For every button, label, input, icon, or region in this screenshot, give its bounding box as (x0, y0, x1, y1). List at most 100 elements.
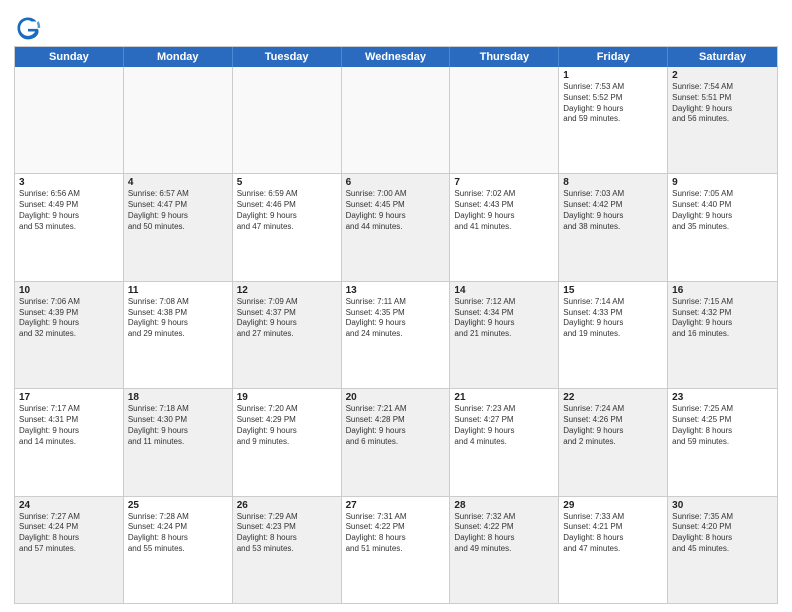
day-number: 24 (19, 500, 119, 511)
header-day-wednesday: Wednesday (342, 47, 451, 67)
cal-cell-18: 18Sunrise: 7:18 AM Sunset: 4:30 PM Dayli… (124, 389, 233, 495)
cell-info: Sunrise: 7:02 AM Sunset: 4:43 PM Dayligh… (454, 189, 554, 232)
cell-info: Sunrise: 7:06 AM Sunset: 4:39 PM Dayligh… (19, 297, 119, 340)
calendar-row-4: 24Sunrise: 7:27 AM Sunset: 4:24 PM Dayli… (15, 496, 777, 603)
logo-icon (14, 14, 42, 42)
cell-info: Sunrise: 7:53 AM Sunset: 5:52 PM Dayligh… (563, 82, 663, 125)
day-number: 16 (672, 285, 773, 296)
cal-cell-empty-3 (342, 67, 451, 173)
cell-info: Sunrise: 7:32 AM Sunset: 4:22 PM Dayligh… (454, 512, 554, 555)
cal-cell-empty-2 (233, 67, 342, 173)
cell-info: Sunrise: 6:57 AM Sunset: 4:47 PM Dayligh… (128, 189, 228, 232)
cal-cell-25: 25Sunrise: 7:28 AM Sunset: 4:24 PM Dayli… (124, 497, 233, 603)
cal-cell-empty-4 (450, 67, 559, 173)
cell-info: Sunrise: 7:00 AM Sunset: 4:45 PM Dayligh… (346, 189, 446, 232)
header-day-thursday: Thursday (450, 47, 559, 67)
page: SundayMondayTuesdayWednesdayThursdayFrid… (0, 0, 792, 612)
cal-cell-26: 26Sunrise: 7:29 AM Sunset: 4:23 PM Dayli… (233, 497, 342, 603)
calendar: SundayMondayTuesdayWednesdayThursdayFrid… (14, 46, 778, 604)
cal-cell-14: 14Sunrise: 7:12 AM Sunset: 4:34 PM Dayli… (450, 282, 559, 388)
day-number: 26 (237, 500, 337, 511)
logo (14, 14, 46, 42)
cell-info: Sunrise: 7:20 AM Sunset: 4:29 PM Dayligh… (237, 404, 337, 447)
cell-info: Sunrise: 7:21 AM Sunset: 4:28 PM Dayligh… (346, 404, 446, 447)
cell-info: Sunrise: 7:33 AM Sunset: 4:21 PM Dayligh… (563, 512, 663, 555)
cal-cell-21: 21Sunrise: 7:23 AM Sunset: 4:27 PM Dayli… (450, 389, 559, 495)
day-number: 25 (128, 500, 228, 511)
day-number: 20 (346, 392, 446, 403)
day-number: 19 (237, 392, 337, 403)
header-day-sunday: Sunday (15, 47, 124, 67)
cell-info: Sunrise: 7:31 AM Sunset: 4:22 PM Dayligh… (346, 512, 446, 555)
cal-cell-27: 27Sunrise: 7:31 AM Sunset: 4:22 PM Dayli… (342, 497, 451, 603)
day-number: 27 (346, 500, 446, 511)
cell-info: Sunrise: 7:14 AM Sunset: 4:33 PM Dayligh… (563, 297, 663, 340)
day-number: 30 (672, 500, 773, 511)
calendar-row-1: 3Sunrise: 6:56 AM Sunset: 4:49 PM Daylig… (15, 173, 777, 280)
cell-info: Sunrise: 7:05 AM Sunset: 4:40 PM Dayligh… (672, 189, 773, 232)
cal-cell-10: 10Sunrise: 7:06 AM Sunset: 4:39 PM Dayli… (15, 282, 124, 388)
cell-info: Sunrise: 7:25 AM Sunset: 4:25 PM Dayligh… (672, 404, 773, 447)
day-number: 13 (346, 285, 446, 296)
calendar-row-2: 10Sunrise: 7:06 AM Sunset: 4:39 PM Dayli… (15, 281, 777, 388)
day-number: 6 (346, 177, 446, 188)
cal-cell-19: 19Sunrise: 7:20 AM Sunset: 4:29 PM Dayli… (233, 389, 342, 495)
cell-info: Sunrise: 6:59 AM Sunset: 4:46 PM Dayligh… (237, 189, 337, 232)
day-number: 17 (19, 392, 119, 403)
cell-info: Sunrise: 7:09 AM Sunset: 4:37 PM Dayligh… (237, 297, 337, 340)
cell-info: Sunrise: 7:35 AM Sunset: 4:20 PM Dayligh… (672, 512, 773, 555)
day-number: 2 (672, 70, 773, 81)
cell-info: Sunrise: 6:56 AM Sunset: 4:49 PM Dayligh… (19, 189, 119, 232)
day-number: 1 (563, 70, 663, 81)
calendar-row-3: 17Sunrise: 7:17 AM Sunset: 4:31 PM Dayli… (15, 388, 777, 495)
cell-info: Sunrise: 7:12 AM Sunset: 4:34 PM Dayligh… (454, 297, 554, 340)
cell-info: Sunrise: 7:23 AM Sunset: 4:27 PM Dayligh… (454, 404, 554, 447)
cell-info: Sunrise: 7:17 AM Sunset: 4:31 PM Dayligh… (19, 404, 119, 447)
calendar-body: 1Sunrise: 7:53 AM Sunset: 5:52 PM Daylig… (15, 67, 777, 603)
cal-cell-2: 2Sunrise: 7:54 AM Sunset: 5:51 PM Daylig… (668, 67, 777, 173)
cal-cell-8: 8Sunrise: 7:03 AM Sunset: 4:42 PM Daylig… (559, 174, 668, 280)
cal-cell-17: 17Sunrise: 7:17 AM Sunset: 4:31 PM Dayli… (15, 389, 124, 495)
cell-info: Sunrise: 7:08 AM Sunset: 4:38 PM Dayligh… (128, 297, 228, 340)
cell-info: Sunrise: 7:03 AM Sunset: 4:42 PM Dayligh… (563, 189, 663, 232)
day-number: 14 (454, 285, 554, 296)
day-number: 11 (128, 285, 228, 296)
cal-cell-4: 4Sunrise: 6:57 AM Sunset: 4:47 PM Daylig… (124, 174, 233, 280)
calendar-header: SundayMondayTuesdayWednesdayThursdayFrid… (15, 47, 777, 67)
day-number: 22 (563, 392, 663, 403)
day-number: 28 (454, 500, 554, 511)
cell-info: Sunrise: 7:29 AM Sunset: 4:23 PM Dayligh… (237, 512, 337, 555)
cal-cell-29: 29Sunrise: 7:33 AM Sunset: 4:21 PM Dayli… (559, 497, 668, 603)
calendar-row-0: 1Sunrise: 7:53 AM Sunset: 5:52 PM Daylig… (15, 67, 777, 173)
cell-info: Sunrise: 7:18 AM Sunset: 4:30 PM Dayligh… (128, 404, 228, 447)
cell-info: Sunrise: 7:27 AM Sunset: 4:24 PM Dayligh… (19, 512, 119, 555)
day-number: 21 (454, 392, 554, 403)
day-number: 23 (672, 392, 773, 403)
cell-info: Sunrise: 7:24 AM Sunset: 4:26 PM Dayligh… (563, 404, 663, 447)
cal-cell-22: 22Sunrise: 7:24 AM Sunset: 4:26 PM Dayli… (559, 389, 668, 495)
day-number: 10 (19, 285, 119, 296)
day-number: 3 (19, 177, 119, 188)
header-day-monday: Monday (124, 47, 233, 67)
cal-cell-24: 24Sunrise: 7:27 AM Sunset: 4:24 PM Dayli… (15, 497, 124, 603)
day-number: 12 (237, 285, 337, 296)
cal-cell-15: 15Sunrise: 7:14 AM Sunset: 4:33 PM Dayli… (559, 282, 668, 388)
cal-cell-9: 9Sunrise: 7:05 AM Sunset: 4:40 PM Daylig… (668, 174, 777, 280)
cal-cell-7: 7Sunrise: 7:02 AM Sunset: 4:43 PM Daylig… (450, 174, 559, 280)
day-number: 9 (672, 177, 773, 188)
cell-info: Sunrise: 7:15 AM Sunset: 4:32 PM Dayligh… (672, 297, 773, 340)
cal-cell-11: 11Sunrise: 7:08 AM Sunset: 4:38 PM Dayli… (124, 282, 233, 388)
cal-cell-1: 1Sunrise: 7:53 AM Sunset: 5:52 PM Daylig… (559, 67, 668, 173)
day-number: 29 (563, 500, 663, 511)
cal-cell-16: 16Sunrise: 7:15 AM Sunset: 4:32 PM Dayli… (668, 282, 777, 388)
cal-cell-13: 13Sunrise: 7:11 AM Sunset: 4:35 PM Dayli… (342, 282, 451, 388)
cell-info: Sunrise: 7:11 AM Sunset: 4:35 PM Dayligh… (346, 297, 446, 340)
cal-cell-3: 3Sunrise: 6:56 AM Sunset: 4:49 PM Daylig… (15, 174, 124, 280)
cal-cell-12: 12Sunrise: 7:09 AM Sunset: 4:37 PM Dayli… (233, 282, 342, 388)
day-number: 4 (128, 177, 228, 188)
day-number: 5 (237, 177, 337, 188)
cal-cell-20: 20Sunrise: 7:21 AM Sunset: 4:28 PM Dayli… (342, 389, 451, 495)
header-day-tuesday: Tuesday (233, 47, 342, 67)
cal-cell-6: 6Sunrise: 7:00 AM Sunset: 4:45 PM Daylig… (342, 174, 451, 280)
cal-cell-5: 5Sunrise: 6:59 AM Sunset: 4:46 PM Daylig… (233, 174, 342, 280)
